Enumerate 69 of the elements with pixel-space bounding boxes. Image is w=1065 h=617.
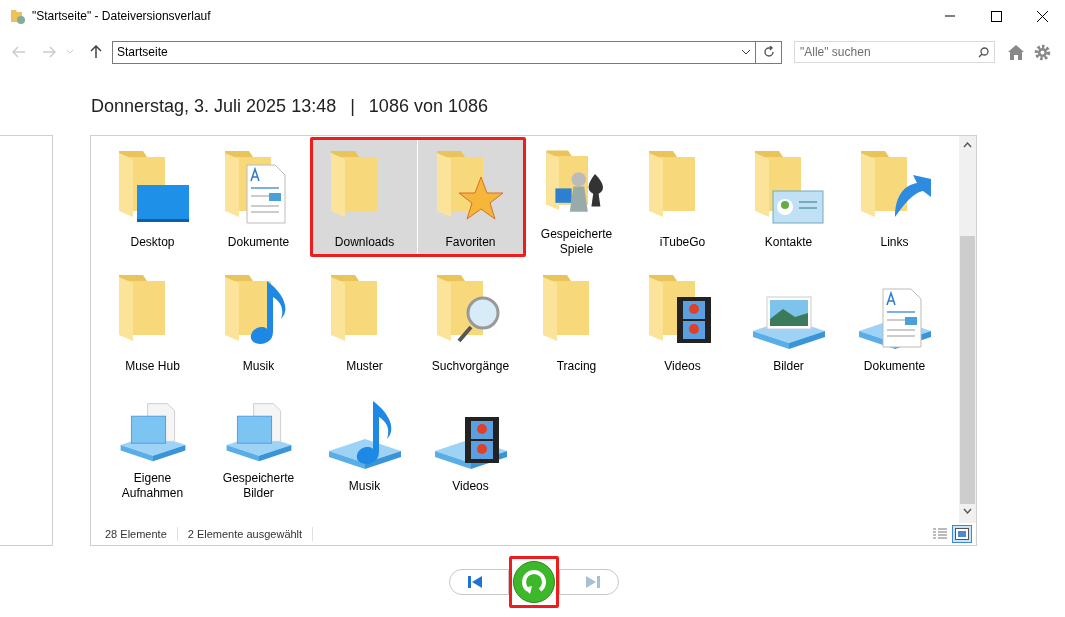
item-label: Dokumente [226,235,291,250]
scroll-up-icon[interactable] [963,142,972,148]
folder-item[interactable]: Dokumente [842,263,947,381]
backup-date: Donnerstag, 3. Juli 2025 13:48 [91,95,337,118]
refresh-icon [762,46,775,58]
item-label: Downloads [333,235,396,250]
search-icon [978,46,989,58]
folder-item[interactable]: Eigene Aufnahmen [100,383,205,501]
item-label: Suchvorgänge [430,359,511,374]
item-label: Bilder [772,359,805,374]
scrollbar-thumb[interactable] [960,236,975,504]
selection-count: 2 Elemente ausgewählt [187,526,303,542]
item-label: Gespeicherte Spiele [539,227,614,257]
item-label: Eigene Aufnahmen [120,471,185,501]
folder-item[interactable]: Musik [312,383,417,501]
folder-item[interactable]: Muster [312,263,417,381]
item-label: Musik [347,479,382,494]
item-label: Tracing [555,359,598,374]
up-arrow-icon[interactable] [90,45,102,59]
item-label: Gespeicherte Bilder [221,471,296,501]
item-label: Links [879,235,910,250]
folder-item[interactable]: Musik [206,263,311,381]
separator-text: | [350,95,355,118]
address-field[interactable]: Startseite [112,40,756,64]
large-icons-view-icon [955,528,969,540]
window-title: "Startseite" - Dateiversionsverlauf [32,8,211,25]
item-label: Muster [345,359,384,374]
restore-icon [519,567,548,596]
item-count: 28 Elemente [105,526,167,542]
item-label: Desktop [129,235,176,250]
address-text: Startseite [117,44,169,61]
search-input[interactable]: "Alle" suchen [800,43,978,61]
chevron-down-icon[interactable] [741,49,751,55]
folder-item[interactable]: Favoriten [418,139,523,257]
folder-item[interactable]: Kontakte [736,139,841,257]
folder-item[interactable]: Desktop [100,139,205,257]
home-icon[interactable] [1008,44,1024,60]
folder-item[interactable]: Videos [630,263,735,381]
item-label: Favoriten [444,235,497,250]
item-label: iTubeGo [658,235,707,250]
folder-item[interactable]: Suchvorgänge [418,263,523,381]
item-label: Videos [663,359,702,374]
settings-icon[interactable] [1034,43,1051,61]
folder-item[interactable]: Tracing [524,263,629,381]
folder-item[interactable]: iTubeGo [630,139,735,257]
folder-item[interactable]: Dokumente [206,139,311,257]
item-label: Muse Hub [124,359,181,374]
folder-item[interactable]: Bilder [736,263,841,381]
folder-item[interactable]: Muse Hub [100,263,205,381]
folder-item[interactable]: Downloads [312,139,417,257]
large-icons-view-button[interactable] [952,525,972,543]
scrollbar[interactable] [959,136,976,523]
search-field[interactable]: "Alle" suchen [794,41,995,63]
item-label: Dokumente [862,359,927,374]
folder-item[interactable]: Gespeicherte Bilder [206,383,311,501]
folder-item[interactable]: Links [842,139,947,257]
item-label: Kontakte [763,235,814,250]
version-counter: 1086 von 1086 [368,95,488,118]
item-label: Musik [241,359,276,374]
item-label: Videos [451,479,490,494]
folder-item[interactable]: Gespeicherte Spiele [524,139,629,257]
details-view-icon [933,528,947,540]
skip-back-icon [467,575,482,588]
folder-item[interactable]: Videos [418,383,523,501]
refresh-button[interactable] [756,40,782,64]
close-icon [1036,10,1048,22]
scroll-down-icon[interactable] [963,508,972,514]
maximize-icon [990,10,1002,22]
skip-forward-icon [585,575,600,588]
